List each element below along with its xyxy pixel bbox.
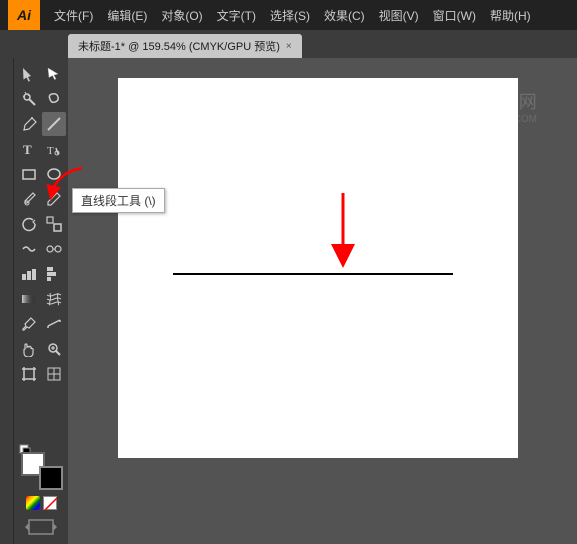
drawn-line: [173, 273, 453, 275]
blend-tool-button[interactable]: [42, 237, 66, 261]
column-graph-tool-button[interactable]: [17, 262, 41, 286]
toolbar-narrow-strip: [0, 58, 14, 544]
line-segment-tool-button[interactable]: [42, 112, 66, 136]
stroke-color-swatch[interactable]: [39, 466, 63, 490]
eyedropper-tool-button[interactable]: [17, 312, 41, 336]
svg-text:T: T: [47, 145, 54, 157]
tools-panel: T T: [14, 58, 68, 544]
tool-row-graph: [17, 262, 66, 286]
ai-logo: Ai: [8, 0, 40, 30]
warp-tool-button[interactable]: [17, 237, 41, 261]
zoom-tool-button[interactable]: [42, 337, 66, 361]
tab-bar: 未标题-1* @ 159.54% (CMYK/GPU 预览) ×: [0, 30, 577, 58]
color-mode-button[interactable]: [26, 496, 40, 510]
menu-select[interactable]: 选择(S): [264, 3, 316, 28]
magic-wand-tool-button[interactable]: [17, 87, 41, 111]
menu-text[interactable]: 文字(T): [211, 3, 262, 28]
title-bar: Ai 文件(F) 编辑(E) 对象(O) 文字(T) 选择(S) 效果(C) 视…: [0, 0, 577, 30]
menu-edit[interactable]: 编辑(E): [101, 3, 153, 28]
menu-bar: 文件(F) 编辑(E) 对象(O) 文字(T) 选择(S) 效果(C) 视图(V…: [48, 3, 569, 28]
tool-row-magic: [17, 87, 66, 111]
direct-select-tool-button[interactable]: [42, 62, 66, 86]
selection-tool-button[interactable]: [17, 62, 41, 86]
none-color-button[interactable]: [43, 496, 57, 510]
menu-object[interactable]: 对象(O): [155, 3, 208, 28]
tab-label: 未标题-1* @ 159.54% (CMYK/GPU 预览): [78, 38, 280, 54]
document-canvas: [118, 78, 518, 458]
rectangle-tool-button[interactable]: [17, 162, 41, 186]
tool-row-effects: [17, 237, 66, 261]
slice-tool-button[interactable]: [42, 362, 66, 386]
color-section: [15, 436, 67, 540]
document-tab[interactable]: 未标题-1* @ 159.54% (CMYK/GPU 预览) ×: [68, 34, 302, 58]
tool-row-pen: [17, 112, 66, 136]
hand-tool-button[interactable]: [17, 337, 41, 361]
tool-row-type: T T: [17, 137, 66, 161]
menu-effect[interactable]: 效果(C): [318, 3, 371, 28]
main-layout: T T: [0, 58, 577, 544]
paintbrush-tool-button[interactable]: [17, 187, 41, 211]
menu-help[interactable]: 帮助(H): [484, 3, 537, 28]
scale-tool-button[interactable]: [42, 212, 66, 236]
canvas-area[interactable]: 软件目字网 WWW.RJZXW.COM: [68, 58, 577, 544]
pen-tool-button[interactable]: [17, 112, 41, 136]
menu-view[interactable]: 视图(V): [373, 3, 425, 28]
tool-row-selection: [17, 62, 66, 86]
touch-type-tool-button[interactable]: T: [42, 137, 66, 161]
type-tool-button[interactable]: T: [17, 137, 41, 161]
bar-graph-tool-button[interactable]: [42, 262, 66, 286]
menu-file[interactable]: 文件(F): [48, 3, 99, 28]
gradient-tool-button[interactable]: [17, 287, 41, 311]
tool-row-transform: [17, 212, 66, 236]
tool-row-artboard: [17, 362, 66, 386]
tool-row-gradient: [17, 287, 66, 311]
svg-text:T: T: [23, 142, 32, 157]
navigate-artboards-icon[interactable]: [23, 516, 59, 536]
tab-close-button[interactable]: ×: [286, 41, 292, 52]
menu-window[interactable]: 窗口(W): [427, 3, 482, 28]
rotate-tool-button[interactable]: [17, 212, 41, 236]
lasso-tool-button[interactable]: [42, 87, 66, 111]
red-indicator-arrow: [328, 188, 358, 271]
mesh-tool-button[interactable]: [42, 287, 66, 311]
tool-row-eyedropper: [17, 312, 66, 336]
measure-tool-button[interactable]: [42, 312, 66, 336]
artboard-tool-button[interactable]: [17, 362, 41, 386]
line-segment-tooltip: 直线段工具 (\): [72, 188, 165, 213]
tool-row-navigate: [17, 337, 66, 361]
